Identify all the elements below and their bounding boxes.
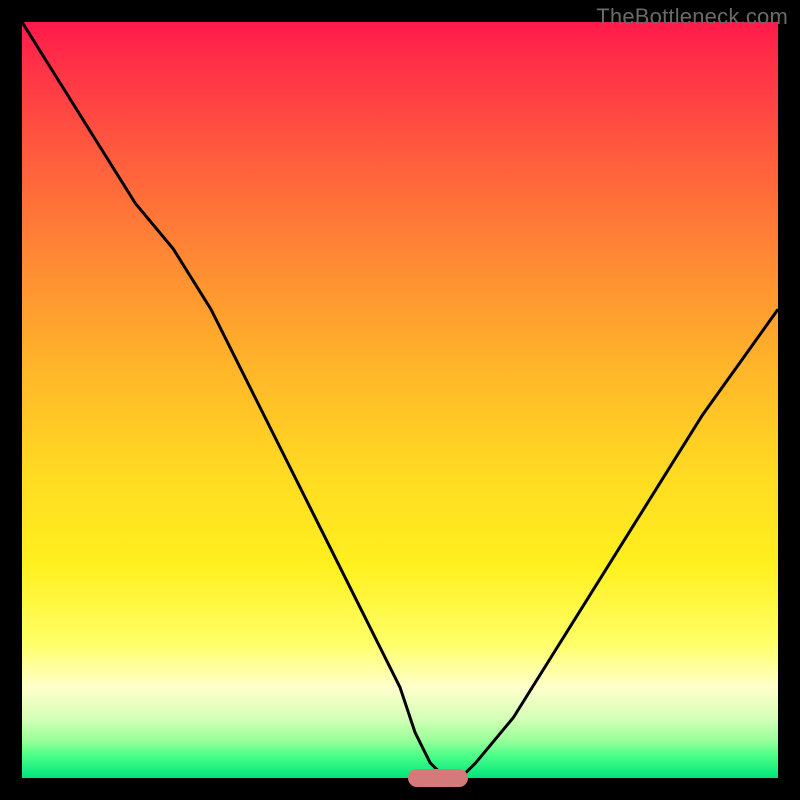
bottleneck-curve [22,22,778,778]
watermark-text: TheBottleneck.com [596,4,788,30]
chart-frame: TheBottleneck.com [0,0,800,800]
optimal-range-marker [408,769,468,787]
chart-overlay [22,22,778,778]
